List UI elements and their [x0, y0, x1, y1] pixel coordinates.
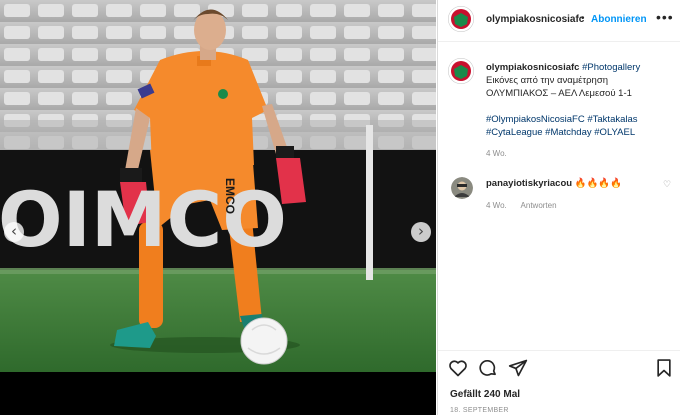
post-photo-pane: OIMCO EMCO ‹ ›: [0, 0, 436, 415]
caption-username[interactable]: olympiakosnicosiafc: [486, 62, 579, 73]
more-options-icon[interactable]: •••: [656, 9, 674, 25]
caption-match-line: ΟΛΥΜΠΙΑΚΟΣ – ΑΕΛ Λεμεσού 1-1: [486, 88, 632, 99]
save-bookmark-icon[interactable]: [654, 358, 674, 378]
post-header: olympiakosnicosiafc • Abonnieren •••: [438, 0, 680, 42]
ad-board-text: OIMCO: [0, 175, 287, 264]
reply-button[interactable]: Antworten: [521, 201, 557, 210]
header-username[interactable]: olympiakosnicosiafc: [486, 14, 584, 25]
likes-count[interactable]: Gefällt 240 Mal: [450, 389, 520, 400]
next-photo-button[interactable]: ›: [411, 222, 431, 242]
commenter-username[interactable]: panayiotiskyriacou: [486, 178, 572, 189]
like-heart-icon[interactable]: [448, 358, 468, 378]
comment-timestamp[interactable]: 4 Wo.: [486, 201, 507, 210]
club-avatar[interactable]: [448, 6, 474, 32]
follow-button[interactable]: Abonnieren: [591, 14, 647, 25]
goalkeeper-photo: OIMCO EMCO: [0, 0, 436, 372]
caption-hashtags-line[interactable]: #CytaLeague #Matchday #OLYAEL: [486, 126, 672, 139]
post-side-panel: olympiakosnicosiafc • Abonnieren ••• oly…: [437, 0, 680, 415]
post-caption: olympiakosnicosiafc #Photogallery Εικόνε…: [486, 61, 672, 139]
post-actions-bar: [438, 350, 680, 380]
hashtag-photogallery[interactable]: #Photogallery: [582, 62, 640, 73]
caption-avatar[interactable]: [448, 58, 474, 84]
post-date: 18. SEPTEMBER: [450, 407, 509, 414]
previous-photo-button[interactable]: ‹: [4, 222, 24, 242]
comment: panayiotiskyriacou 🔥🔥🔥🔥: [486, 178, 622, 189]
header-separator: •: [581, 13, 585, 24]
photo-letterbox: [0, 372, 436, 415]
caption-hashtags-line[interactable]: #OlympiakosNicosiaFC #Taktakalas: [486, 113, 672, 126]
shorts-sponsor-text: EMCO: [223, 178, 237, 214]
comment-text: 🔥🔥🔥🔥: [574, 178, 623, 189]
comment-meta: 4 Wo. Antworten: [486, 201, 569, 210]
commenter-avatar[interactable]: [451, 177, 473, 199]
like-comment-icon[interactable]: ♡: [663, 180, 671, 190]
comment-bubble-icon[interactable]: [478, 358, 498, 378]
share-send-icon[interactable]: [508, 358, 528, 378]
caption-line: Εικόνες από την αναμέτρηση: [486, 75, 608, 86]
caption-timestamp[interactable]: 4 Wo.: [486, 149, 507, 158]
